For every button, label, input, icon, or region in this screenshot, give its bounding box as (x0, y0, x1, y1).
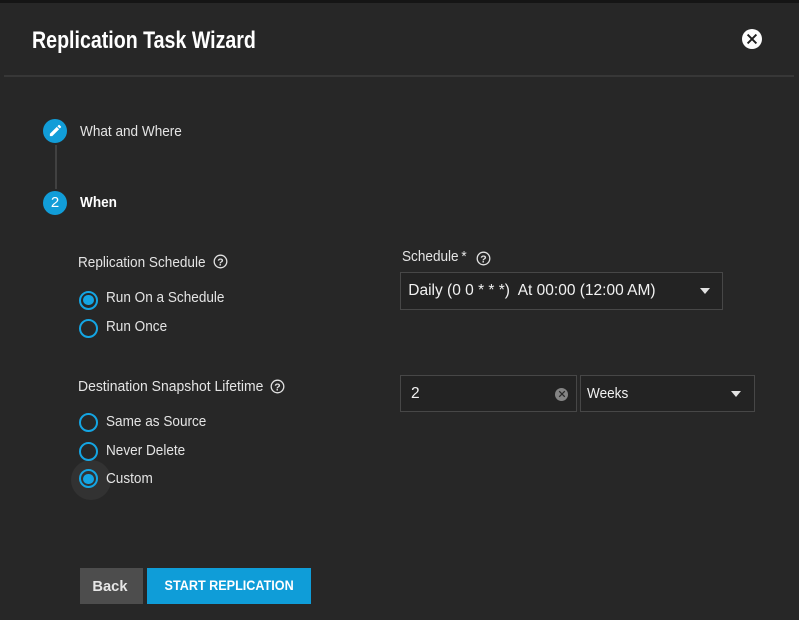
svg-text:?: ? (218, 256, 224, 268)
svg-text:?: ? (481, 253, 487, 265)
svg-text:?: ? (274, 381, 280, 393)
